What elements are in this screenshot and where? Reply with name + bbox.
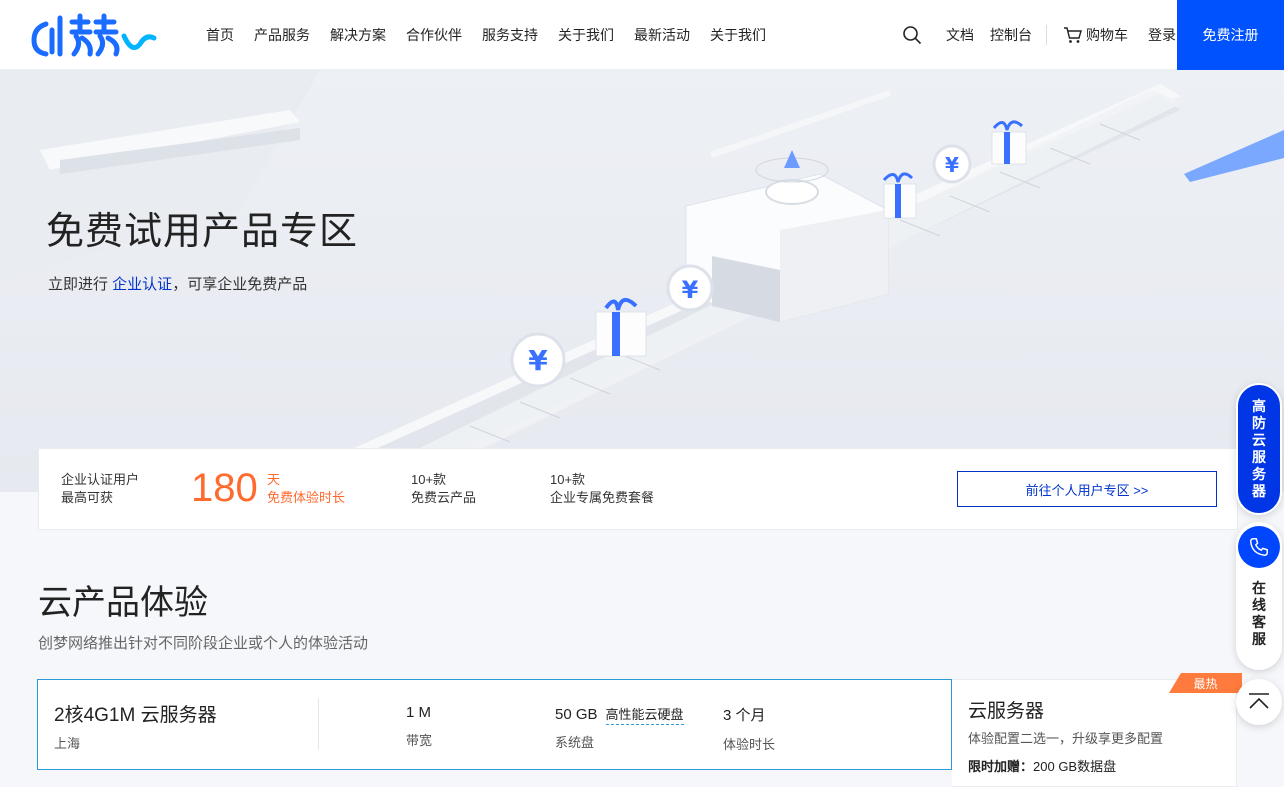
section-title: 云产品体验 <box>38 584 208 622</box>
stat-label-line1: 企业认证用户 <box>61 472 140 487</box>
nav-item-events[interactable]: 最新活动 <box>634 25 690 45</box>
stat-enterprise-packages: 10+款 企业专属免费套餐 <box>550 471 654 507</box>
stat-enterprise-packages-num: 10+款 <box>550 472 586 487</box>
main-nav: 首页 产品服务 解决方案 合作伙伴 服务支持 关于我们 最新活动 关于我们 <box>206 0 786 70</box>
panel-promo-value: 200 GB数据盘 <box>1033 759 1117 774</box>
anti-ddos-char: 服 <box>1252 449 1266 465</box>
stats-bar: 企业认证用户 最高可获 180 天 免费体验时长 10+款 免费云产品 10+款… <box>38 448 1238 530</box>
nav-item-about[interactable]: 关于我们 <box>558 25 614 45</box>
gift-icon-3 <box>991 120 1027 165</box>
nav-item-products[interactable]: 产品服务 <box>254 25 310 45</box>
docs-link[interactable]: 文档 <box>946 25 974 45</box>
stat-enterprise-label: 企业认证用户 最高可获 <box>61 471 139 507</box>
nav-item-solutions[interactable]: 解决方案 <box>330 25 386 45</box>
stat-free-products: 10+款 免费云产品 <box>411 471 476 507</box>
panel-promo-label: 限时加赠： <box>968 759 1034 774</box>
header-tools: 文档 控制台 购物车 登录 <box>902 0 1176 70</box>
product-region: 上海 <box>54 736 81 751</box>
svg-text:¥: ¥ <box>945 153 959 177</box>
nav-item-partners[interactable]: 合作伙伴 <box>406 25 462 45</box>
anti-ddos-char: 务 <box>1252 466 1266 482</box>
hero-banner: ¥ ¥ ¥ 免费试用产品专区 立即进行 企业认证，可享企业免费产品 <box>0 70 1284 492</box>
coin-icon-1: ¥ <box>510 332 566 388</box>
cart-label: 购物车 <box>1086 27 1128 43</box>
cart-link[interactable]: 购物车 <box>1063 25 1128 45</box>
stat-label-line2: 最高可获 <box>61 490 114 505</box>
stat-free-products-num: 10+款 <box>411 472 447 487</box>
spec-disk-label: 系统盘 <box>555 735 595 750</box>
nav-item-home[interactable]: 首页 <box>206 25 234 45</box>
phone-icon <box>1238 526 1280 568</box>
spec-duration: 3 个月 体验时长 <box>723 704 775 753</box>
product-card[interactable]: 2核4G1M 云服务器 上海 1 M 带宽 50 GB 高性能云硬盘 系统盘 3 … <box>37 679 952 770</box>
login-link[interactable]: 登录 <box>1148 25 1176 45</box>
spec-disk-value: 50 GB <box>555 706 598 723</box>
stat-days-number: 180 <box>191 466 258 510</box>
svg-text:¥: ¥ <box>528 344 548 377</box>
nav-item-support[interactable]: 服务支持 <box>482 25 538 45</box>
stat-days-unit: 天 免费体验时长 <box>267 471 345 507</box>
header-divider <box>1046 25 1047 45</box>
online-service-char: 在 <box>1252 580 1266 596</box>
online-service-char: 线 <box>1252 597 1266 613</box>
anti-ddos-char: 高 <box>1252 398 1266 414</box>
spec-disk-row: 50 GB 高性能云硬盘 <box>555 704 684 725</box>
enterprise-auth-link[interactable]: 企业认证 <box>112 276 172 293</box>
spec-disk-type-select[interactable]: 高性能云硬盘 <box>605 707 684 725</box>
cart-icon <box>1064 27 1082 43</box>
anti-ddos-char: 器 <box>1252 483 1266 499</box>
stat-days-desc: 免费体验时长 <box>267 490 346 505</box>
panel-cut-text <box>968 781 972 787</box>
console-link[interactable]: 控制台 <box>990 25 1032 45</box>
coin-icon-3: ¥ <box>932 144 972 184</box>
online-service-char: 服 <box>1252 631 1266 647</box>
online-service-label: 在 线 客 服 <box>1236 580 1282 648</box>
register-button[interactable]: 免费注册 <box>1177 0 1284 70</box>
top-header: 首页 产品服务 解决方案 合作伙伴 服务支持 关于我们 最新活动 关于我们 文档… <box>0 0 1284 70</box>
hero-title: 免费试用产品专区 <box>46 211 359 253</box>
hero-subtitle-suffix: ，可享企业免费产品 <box>172 276 308 293</box>
coin-icon-2: ¥ <box>666 264 714 312</box>
anti-ddos-float-button[interactable]: 高 防 云 服 务 器 <box>1236 383 1282 515</box>
online-service-float-button[interactable]: 在 线 客 服 <box>1236 522 1282 670</box>
stat-enterprise-packages-desc: 企业专属免费套餐 <box>550 490 655 505</box>
spec-bandwidth: 1 M 带宽 <box>406 704 432 749</box>
card-divider <box>318 698 319 750</box>
spec-bandwidth-value: 1 M <box>406 704 432 721</box>
brand-logo[interactable] <box>28 10 158 60</box>
spec-bandwidth-label: 带宽 <box>406 733 433 748</box>
panel-subtitle: 体验配置二选一，升级享更多配置 <box>968 731 1164 746</box>
anti-ddos-char: 防 <box>1252 415 1266 431</box>
nav-item-about-2[interactable]: 关于我们 <box>710 25 766 45</box>
anti-ddos-char: 云 <box>1252 432 1266 448</box>
svg-text:¥: ¥ <box>682 276 699 304</box>
panel-title: 云服务器 <box>968 701 1045 722</box>
hero-subtitle: 立即进行 企业认证，可享企业免费产品 <box>48 273 307 294</box>
search-icon[interactable] <box>902 25 922 45</box>
hero-subtitle-prefix: 立即进行 <box>48 276 113 293</box>
gift-icon-1 <box>595 298 647 357</box>
spec-duration-label: 体验时长 <box>723 737 776 752</box>
spec-disk: 50 GB 高性能云硬盘 系统盘 <box>555 704 684 751</box>
cloud-server-panel: 云服务器 体验配置二选一，升级享更多配置 限时加赠：200 GB数据盘 <box>952 679 1237 787</box>
online-service-char: 客 <box>1252 614 1266 630</box>
hot-badge: 最热 <box>1169 673 1242 693</box>
spec-duration-value: 3 个月 <box>723 707 766 724</box>
section-subtitle: 创梦网络推出针对不同阶段企业或个人的体验活动 <box>38 635 369 652</box>
stat-free-products-desc: 免费云产品 <box>411 490 477 505</box>
back-to-top-icon <box>1249 693 1269 709</box>
panel-promo: 限时加赠：200 GB数据盘 <box>968 756 1116 775</box>
back-to-top-button[interactable] <box>1236 679 1282 725</box>
product-name: 2核4G1M 云服务器 <box>54 705 217 726</box>
gift-icon-2 <box>882 172 917 219</box>
stat-days-unit-text: 天 <box>267 472 281 487</box>
personal-zone-button[interactable]: 前往个人用户专区 >> <box>957 471 1217 507</box>
